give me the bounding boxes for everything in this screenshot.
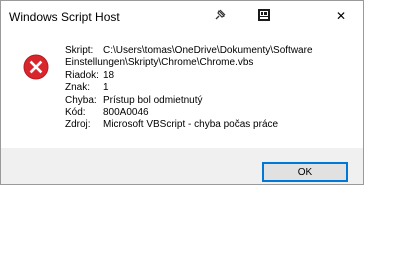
code-row: Kód: 800A0046 xyxy=(65,107,360,119)
title-bar[interactable]: Windows Script Host ✕ xyxy=(1,1,363,32)
code-label: Kód: xyxy=(65,107,86,119)
script-label: Skript: xyxy=(65,45,94,56)
script-error-dialog: Windows Script Host ✕ Skript: C:\Users\t… xyxy=(0,0,364,185)
close-button[interactable]: ✕ xyxy=(329,6,353,26)
script-row: Skript: C:\Users\tomas\OneDrive\Dokument… xyxy=(65,45,360,57)
error-icon xyxy=(23,54,49,80)
char-value: 1 xyxy=(103,82,109,94)
code-value: 800A0046 xyxy=(103,107,149,119)
char-label: Znak: xyxy=(65,82,91,94)
pin-icon[interactable] xyxy=(213,8,227,22)
error-row: Chyba: Prístup bol odmietnutý xyxy=(65,95,360,107)
dialog-content: Skript: C:\Users\tomas\OneDrive\Dokument… xyxy=(1,32,363,148)
char-row: Znak: 1 xyxy=(65,82,360,94)
window-title: Windows Script Host xyxy=(9,10,120,24)
line-row: Riadok: 18 xyxy=(65,70,360,82)
error-value: Prístup bol odmietnutý xyxy=(103,94,203,106)
button-bar: OK xyxy=(1,148,363,184)
ok-button[interactable]: OK xyxy=(262,162,348,182)
line-value: 18 xyxy=(103,69,115,81)
line-label: Riadok: xyxy=(65,69,99,81)
close-icon: ✕ xyxy=(335,9,347,23)
screen-capture-icon[interactable] xyxy=(257,8,271,22)
error-message: Skript: C:\Users\tomas\OneDrive\Dokument… xyxy=(65,45,360,132)
script-path-line2: Einstellungen\Skripty\Chrome\Chrome.vbs xyxy=(65,57,254,69)
source-row: Zdroj: Microsoft VBScript - chyba počas … xyxy=(65,119,360,131)
script-path-line1: C:\Users\tomas\OneDrive\Dokumenty\Softwa… xyxy=(103,45,313,56)
source-value: Microsoft VBScript - chyba počas práce xyxy=(103,119,279,131)
source-label: Zdroj: xyxy=(65,119,91,131)
error-label: Chyba: xyxy=(65,94,97,106)
